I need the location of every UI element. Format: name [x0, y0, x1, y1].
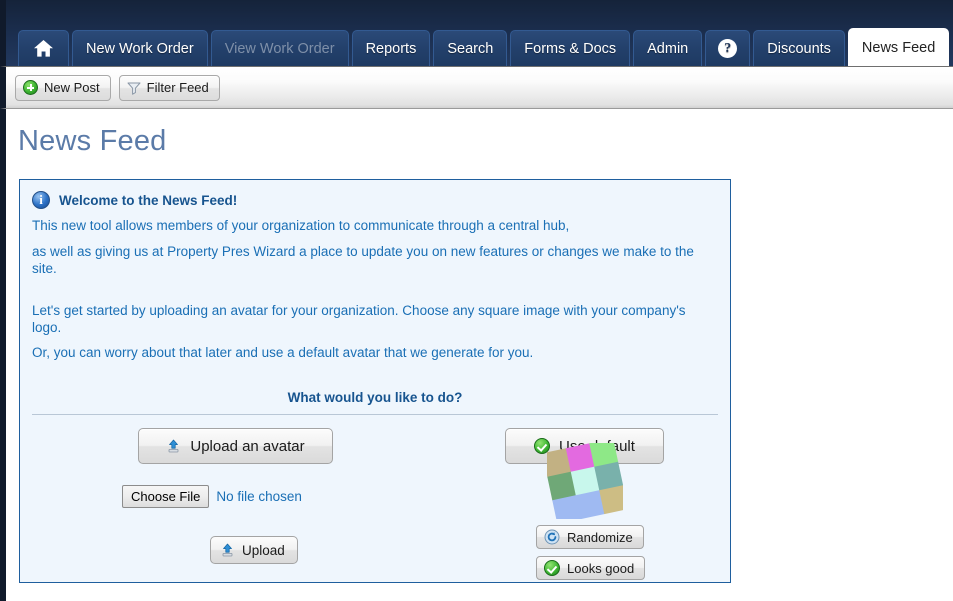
- file-input-row[interactable]: Choose File No file chosen: [122, 485, 302, 508]
- nav-tab-discounts[interactable]: Discounts: [753, 30, 845, 66]
- refresh-icon: [544, 529, 560, 545]
- randomize-label: Randomize: [567, 529, 633, 545]
- choice-button-row: Upload an avatar Use default: [20, 428, 730, 470]
- funnel-icon: [127, 81, 141, 95]
- info-paragraph-1-line-2: as well as giving us at Property Pres Wi…: [32, 243, 694, 276]
- nav-tab-label: News Feed: [861, 39, 936, 56]
- filter-feed-button[interactable]: Filter Feed: [118, 74, 220, 101]
- nav-tab-new-work-order[interactable]: New Work Order: [72, 30, 208, 66]
- nav-tab-search[interactable]: Search: [433, 30, 508, 66]
- info-paragraph-1-line-1: This new tool allows members of your org…: [32, 218, 570, 233]
- upload-icon: [166, 439, 181, 454]
- no-file-chosen-label: No file chosen: [216, 489, 302, 504]
- info-box-heading: Welcome to the News Feed!: [59, 192, 238, 208]
- page-content: News Feed Welcome to the News Feed! This…: [0, 109, 953, 601]
- upload-label: Upload: [242, 542, 285, 558]
- upload-an-avatar-button[interactable]: Upload an avatar: [138, 428, 333, 465]
- nav-tab-help[interactable]: ?: [705, 30, 751, 66]
- upload-an-avatar-label: Upload an avatar: [190, 437, 305, 455]
- nav-tab-label: Reports: [365, 40, 417, 57]
- home-icon: [33, 39, 54, 58]
- info-icon: [32, 191, 50, 209]
- nav-tab-label: Forms & Docs: [524, 40, 617, 57]
- looks-good-label: Looks good: [567, 560, 635, 576]
- choice-prompt: What would you like to do?: [287, 390, 463, 406]
- nav-tab-view-work-order[interactable]: View Work Order: [210, 30, 349, 66]
- upload-button[interactable]: Upload: [210, 536, 298, 564]
- nav-tab-label: Search: [447, 40, 494, 57]
- avatar-preview: [547, 443, 623, 519]
- nav-tab-label: Admin: [647, 40, 689, 57]
- nav-tab-label: New Work Order: [86, 40, 194, 57]
- randomize-button[interactable]: Randomize: [536, 525, 644, 549]
- nav-tab-label: Discounts: [767, 40, 831, 57]
- page-toolbar: New Post Filter Feed: [0, 66, 953, 109]
- question-mark-icon: ?: [718, 39, 738, 58]
- nav-tab-label: View Work Order: [224, 40, 335, 57]
- nav-tab-reports[interactable]: Reports: [351, 30, 431, 66]
- info-box-header: Welcome to the News Feed!: [20, 180, 730, 209]
- nav-tab-home[interactable]: [18, 30, 69, 66]
- nav-tab-list: New Work Order View Work Order Reports S…: [18, 28, 950, 66]
- upload-icon: [220, 543, 235, 558]
- info-paragraph-2-line-2: Or, you can worry about that later and u…: [32, 345, 534, 361]
- top-navigation-bar: New Work Order View Work Order Reports S…: [0, 0, 953, 66]
- looks-good-button[interactable]: Looks good: [536, 556, 646, 580]
- nav-tab-admin[interactable]: Admin: [633, 30, 703, 66]
- nav-tab-news-feed[interactable]: News Feed: [847, 28, 950, 66]
- avatar-identicon: [547, 443, 623, 519]
- new-post-label: New Post: [44, 80, 100, 95]
- choose-file-button[interactable]: Choose File: [122, 485, 210, 508]
- divider: [32, 414, 718, 416]
- welcome-info-box: Welcome to the News Feed! This new tool …: [19, 179, 731, 583]
- info-paragraph-2-line-1: Let's get started by uploading an avatar…: [32, 302, 686, 335]
- plus-circle-icon: [23, 80, 38, 95]
- nav-tab-forms-docs[interactable]: Forms & Docs: [510, 30, 631, 66]
- new-post-button[interactable]: New Post: [15, 74, 111, 101]
- page-title: News Feed: [18, 125, 167, 157]
- filter-feed-label: Filter Feed: [146, 80, 209, 95]
- check-circle-icon: [544, 560, 560, 576]
